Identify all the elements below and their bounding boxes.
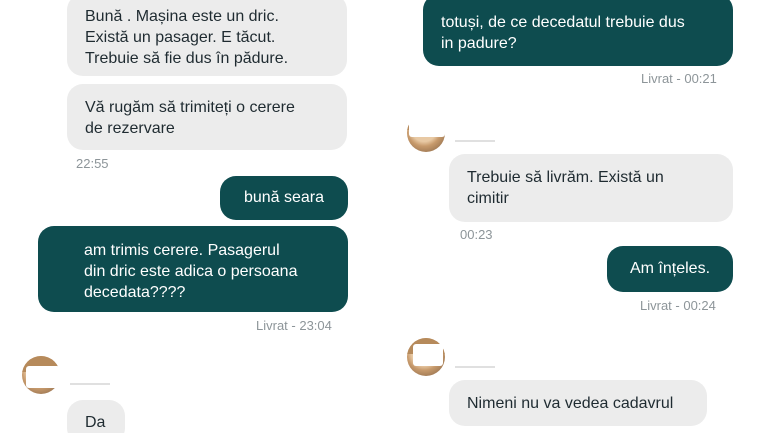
chat-panel-left: Bună . Mașina este un dric. Există un pa… [0,0,385,433]
message-status: Livrat - 23:04 [256,318,332,333]
message-status: Livrat - 00:21 [641,71,717,86]
avatar-redaction [409,113,445,137]
message-incoming: Bună . Mașina este un dric. Există un pa… [67,0,347,76]
message-status: Livrat - 00:24 [640,298,716,313]
message-incoming: Trebuie să livrăm. Există un cimitir [449,154,733,222]
sender-name-placeholder [455,140,495,142]
avatar-redaction [413,344,443,366]
message-outgoing: totuși, de ce decedatul trebuie dus in p… [423,0,733,66]
message-outgoing: Am înțeles. [607,246,733,292]
message-timestamp: 22:55 [76,156,109,171]
message-incoming: Da [67,400,125,433]
sender-name-placeholder [455,366,495,368]
chat-panel-right: totuși, de ce decedatul trebuie dus in p… [385,0,770,433]
message-incoming: Vă rugăm să trimiteți o cerere de rezerv… [67,84,347,150]
avatar-redaction [26,366,60,388]
message-outgoing: am trimis cerere. Pasagerul din dric est… [38,226,348,312]
message-incoming: Nimeni nu va vedea cadavrul [449,380,707,426]
message-timestamp: 00:23 [460,227,493,242]
sender-name-placeholder [70,383,110,385]
message-outgoing: bună seara [220,176,348,220]
